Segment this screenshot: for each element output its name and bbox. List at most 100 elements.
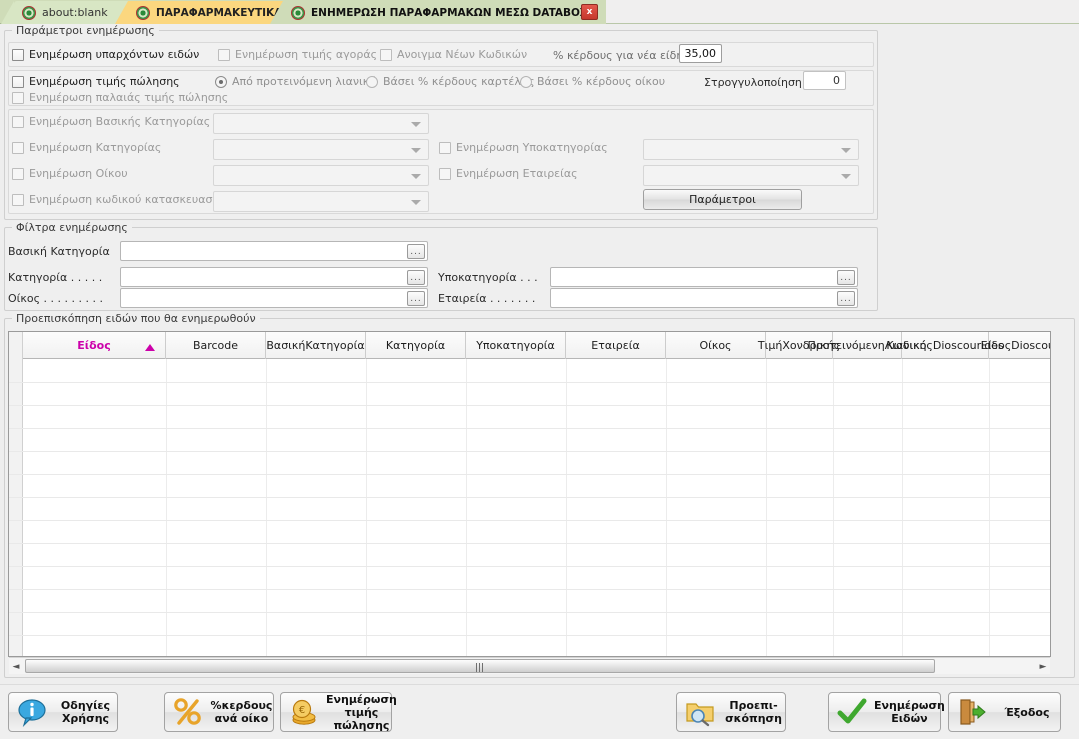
scroll-left-arrow-icon[interactable]: ◄ bbox=[11, 661, 21, 672]
chk-label: Ενημέρωση Εταιρείας bbox=[456, 167, 578, 180]
filter-company-label: Εταιρεία . . . . . . . bbox=[438, 292, 536, 305]
filter-category-label: Κατηγορία . . . . . bbox=[8, 271, 103, 284]
grid-column-header[interactable]: ΕίδοςDioscour bbox=[981, 332, 1050, 359]
filter-company-input[interactable] bbox=[550, 288, 858, 308]
chk-update-existing-items[interactable]: Ενημέρωση υπαρχόντων ειδών bbox=[12, 48, 199, 61]
combo-subcategory[interactable] bbox=[643, 139, 859, 160]
radio-label: Βάσει % κέρδους καρτέλας bbox=[383, 75, 535, 88]
grid-column-header[interactable]: Barcode bbox=[166, 332, 266, 359]
combo-company[interactable] bbox=[643, 165, 859, 186]
chk-open-new-codes[interactable]: Ανοιγμα Νέων Κωδικών bbox=[380, 48, 527, 61]
filter-basic-category-input[interactable] bbox=[120, 241, 428, 261]
radio-dot bbox=[366, 75, 378, 88]
update-sale-price-button-label: Ενημέρωση τιμής πώλησης bbox=[326, 692, 397, 732]
filter-category-input[interactable] bbox=[120, 267, 428, 287]
checkbox-box bbox=[12, 48, 24, 61]
combo-house[interactable] bbox=[213, 165, 429, 186]
scroll-right-arrow-icon[interactable]: ► bbox=[1038, 661, 1048, 672]
filter-company-browse-button[interactable]: ... bbox=[837, 291, 855, 306]
grid-column-header[interactable]: Υποκατηγορία bbox=[466, 332, 566, 359]
chevron-down-icon bbox=[411, 199, 421, 205]
browser-tab-bar: about:blank ΠΑΡΑΦΑΡΜΑΚΕΥΤΙΚΑ ΕΝΗΜΕΡΩΣΗ Π… bbox=[0, 0, 1079, 24]
checkbox-box bbox=[12, 91, 24, 104]
grid-column-header[interactable]: Βασική Κατηγορία bbox=[266, 332, 366, 359]
tab-enimerosi-databox[interactable]: ΕΝΗΜΕΡΩΣΗ ΠΑΡΑΦΑΡΜΑΚΩΝ ΜΕΣΩ DATABOX bbox=[270, 1, 606, 24]
filter-category-browse-button[interactable]: ... bbox=[407, 270, 425, 285]
update-items-button-label: Ενημέρωση Ειδών bbox=[874, 699, 945, 725]
radio-by-card-profit[interactable]: Βάσει % κέρδους καρτέλας bbox=[366, 75, 535, 88]
chk-update-manufacturer-code[interactable]: Ενημέρωση κωδικού κατασκευαστή bbox=[12, 193, 226, 206]
site-icon bbox=[136, 5, 150, 20]
grid-column-header[interactable]: Είδος bbox=[23, 332, 166, 359]
grid-column-header[interactable]: Κατηγορία bbox=[366, 332, 466, 359]
filter-basic-category-label: Βασική Κατηγορία bbox=[8, 245, 110, 258]
tab-about-blank[interactable]: about:blank bbox=[1, 1, 130, 24]
chk-update-old-sale-price[interactable]: Ενημέρωση παλαιάς τιμής πώλησης bbox=[12, 91, 228, 104]
preview-button-label: Προεπι- σκόπηση bbox=[725, 699, 782, 725]
grid-row-divider bbox=[9, 543, 1050, 544]
checkbox-box bbox=[12, 193, 24, 206]
close-icon[interactable]: x bbox=[581, 4, 598, 20]
radio-by-house-profit[interactable]: Βάσει % κέρδους οίκου bbox=[520, 75, 665, 88]
filter-house-input[interactable] bbox=[120, 288, 428, 308]
chk-update-purchase-price[interactable]: Ενημέρωση τιμής αγοράς bbox=[218, 48, 377, 61]
update-items-button[interactable]: Ενημέρωση Ειδών bbox=[828, 692, 945, 732]
grid-row-divider bbox=[9, 405, 1050, 406]
grid-column-header[interactable]: Εταιρεία bbox=[566, 332, 666, 359]
tab-parafarmakeytika[interactable]: ΠΑΡΑΦΑΡΜΑΚΕΥΤΙΚΑ bbox=[115, 1, 295, 24]
info-balloon-icon bbox=[18, 699, 46, 727]
radio-from-suggested-retail[interactable]: Από προτεινόμενη λιανική bbox=[215, 75, 376, 88]
profit-new-items-input[interactable]: 35,00 bbox=[679, 44, 722, 63]
chk-label: Ανοιγμα Νέων Κωδικών bbox=[397, 48, 528, 61]
profit-per-house-button[interactable]: %κερδους ανά οίκο bbox=[164, 692, 274, 732]
radio-dot bbox=[520, 75, 532, 88]
filter-house-label: Οίκος . . . . . . . . . bbox=[8, 292, 103, 305]
grid-column-header[interactable]: Κωδικός Dioscourides bbox=[886, 332, 1004, 359]
exit-button-label: Έξοδος bbox=[1004, 705, 1050, 719]
grid-horizontal-scrollbar[interactable]: ◄ ► bbox=[9, 657, 1050, 674]
preview-grid[interactable]: Είδος Barcode Βασική Κατηγορία Κατηγορία Υποκ… bbox=[8, 331, 1051, 657]
site-icon bbox=[291, 5, 305, 20]
filter-house-browse-button[interactable]: ... bbox=[407, 291, 425, 306]
scrollbar-thumb[interactable] bbox=[25, 659, 935, 673]
help-button[interactable]: Οδηγίες Χρήσης bbox=[8, 692, 118, 732]
footer-toolbar: Οδηγίες Χρήσης %κερδους ανά οίκο € Ενημέ… bbox=[0, 684, 1079, 739]
chk-label: Ενημέρωση κωδικού κατασκευαστή bbox=[29, 193, 227, 206]
combo-category[interactable] bbox=[213, 139, 429, 160]
green-check-icon bbox=[837, 698, 867, 724]
preview-button[interactable]: Προεπι- σκόπηση bbox=[676, 692, 786, 732]
grid-row-divider bbox=[9, 382, 1050, 383]
chk-update-category[interactable]: Ενημέρωση Κατηγορίας bbox=[12, 141, 161, 154]
help-button-label: Οδηγίες Χρήσης bbox=[60, 699, 111, 725]
chk-update-basic-category[interactable]: Ενημέρωση Βασικής Κατηγορίας bbox=[12, 115, 210, 128]
filter-subcategory-label: Υποκατηγορία . . . bbox=[438, 271, 538, 284]
grid-column-header[interactable]: Οίκος bbox=[666, 332, 766, 359]
radio-label: Βάσει % κέρδους οίκου bbox=[537, 75, 666, 88]
folder-search-icon bbox=[686, 703, 714, 727]
chk-update-house[interactable]: Ενημέρωση Οίκου bbox=[12, 167, 128, 180]
chk-update-sale-price[interactable]: Ενημέρωση τιμής πώλησης bbox=[12, 75, 180, 88]
filter-basic-category-browse-button[interactable]: ... bbox=[407, 244, 425, 259]
update-filters-title: Φίλτρα ενημέρωσης bbox=[12, 221, 132, 234]
rounding-input[interactable]: 0 bbox=[803, 71, 846, 90]
chevron-down-icon bbox=[841, 173, 851, 179]
chk-update-subcategory[interactable]: Ενημέρωση Υποκατηγορίας bbox=[439, 141, 608, 154]
parameters-button[interactable]: Παράμετροι bbox=[643, 189, 802, 210]
profit-per-house-button-label: %κερδους ανά οίκο bbox=[210, 699, 273, 725]
grid-row-divider bbox=[9, 451, 1050, 452]
rounding-label: Στρογγυλοποίηση . bbox=[704, 76, 809, 89]
update-sale-price-button[interactable]: € Ενημέρωση τιμής πώλησης bbox=[280, 692, 397, 732]
combo-basic-category[interactable] bbox=[213, 113, 429, 134]
filter-subcategory-input[interactable] bbox=[550, 267, 858, 287]
exit-button[interactable]: Έξοδος bbox=[948, 692, 1061, 732]
chevron-down-icon bbox=[411, 121, 421, 127]
preview-title: Προεπισκόπηση ειδών που θα ενημερωθούν bbox=[12, 312, 260, 325]
radio-dot bbox=[215, 75, 227, 88]
chk-label: Ενημέρωση Βασικής Κατηγορίας bbox=[29, 115, 211, 128]
filter-subcategory-browse-button[interactable]: ... bbox=[837, 270, 855, 285]
exit-door-icon bbox=[960, 699, 986, 725]
chk-label: Ενημέρωση Οίκου bbox=[29, 167, 128, 180]
chk-update-company[interactable]: Ενημέρωση Εταιρείας bbox=[439, 167, 578, 180]
combo-manufacturer-code[interactable] bbox=[213, 191, 429, 212]
checkbox-box bbox=[12, 115, 24, 128]
